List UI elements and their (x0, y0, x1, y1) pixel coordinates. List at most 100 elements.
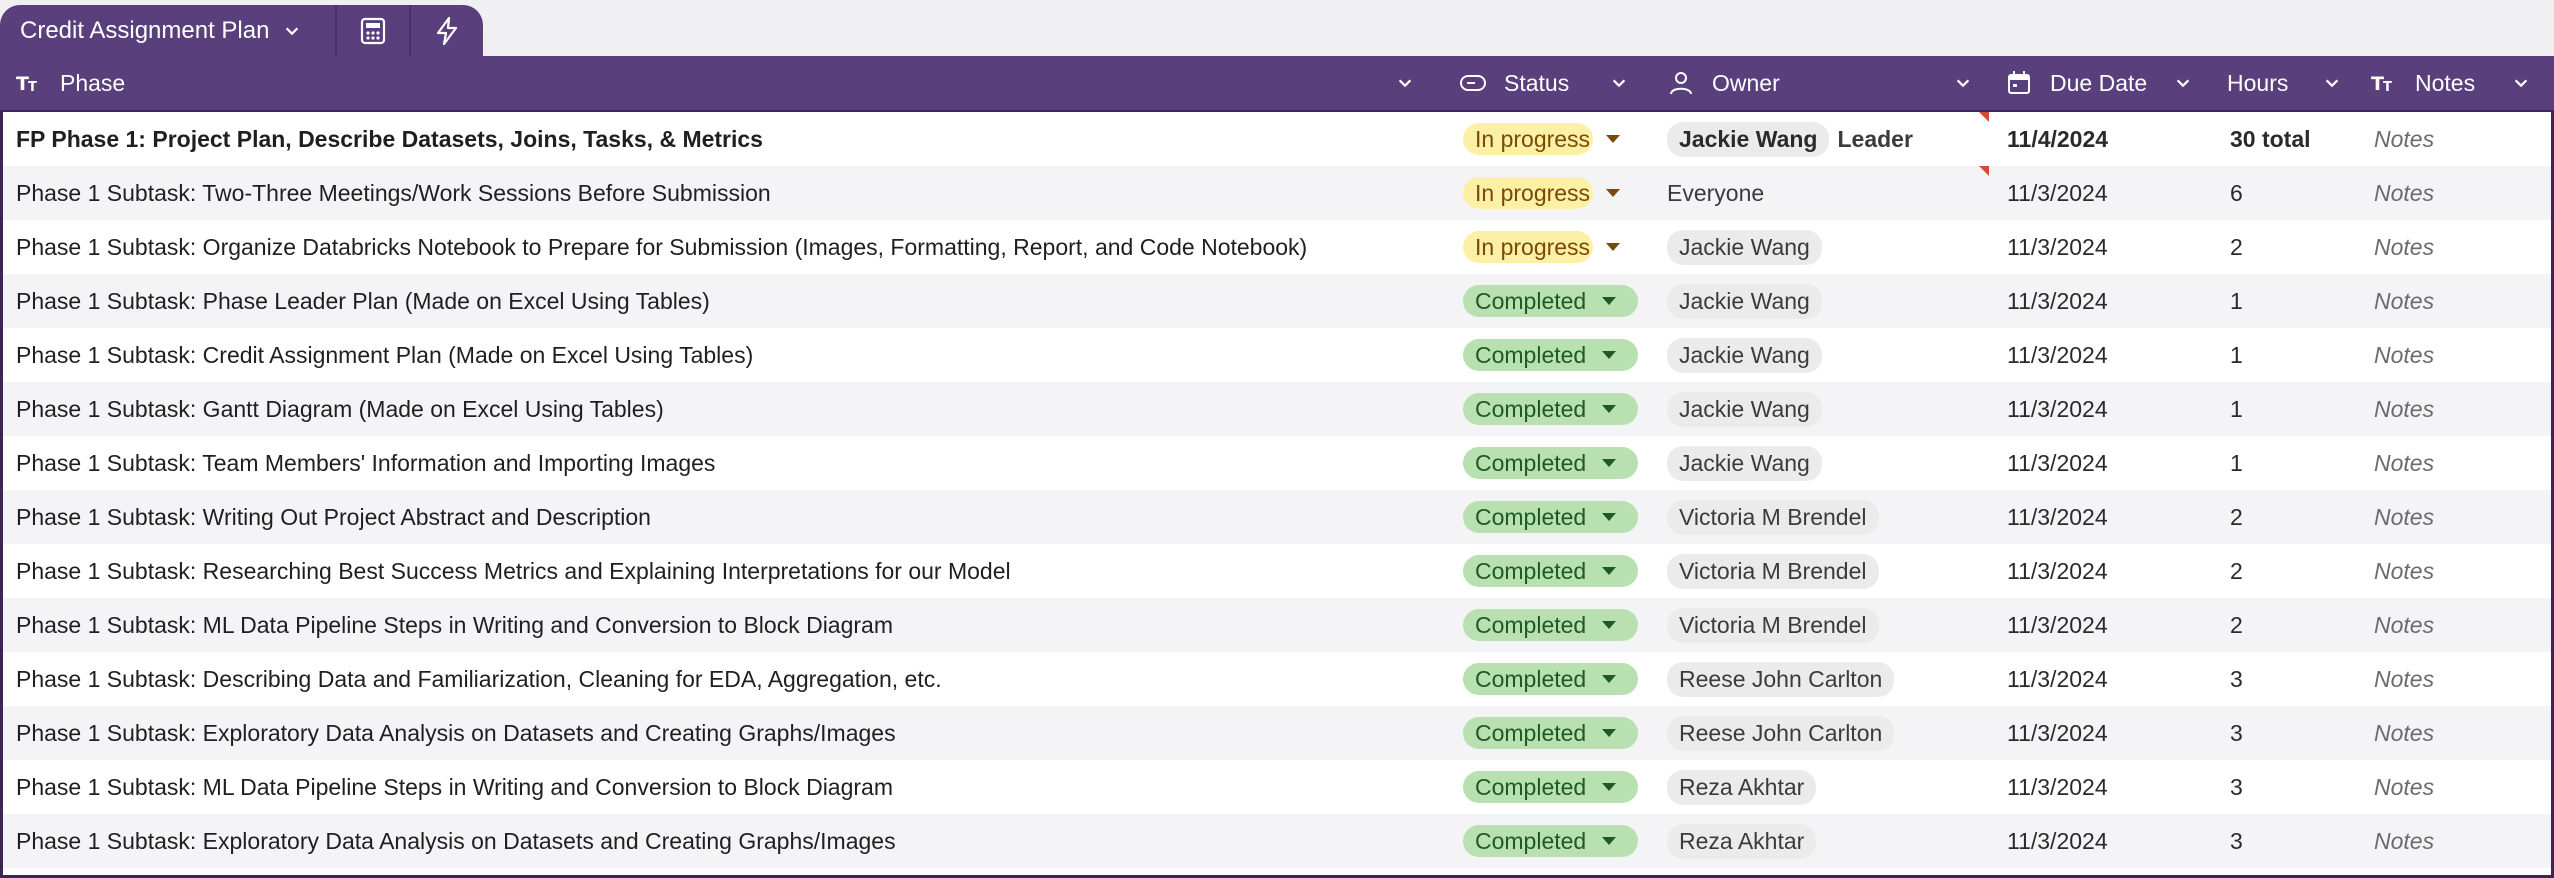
status-cell[interactable]: Completed (1463, 544, 1638, 598)
owner-cell[interactable]: Victoria M Brendel (1667, 598, 1879, 652)
comment-flag-icon[interactable] (1979, 166, 1989, 176)
notes-cell[interactable]: Notes (2374, 544, 2434, 598)
due-date-cell[interactable]: 11/3/2024 (2007, 706, 2108, 760)
tab-title[interactable]: Credit Assignment Plan (20, 17, 269, 45)
owner-chip[interactable]: Jackie Wang (1667, 121, 1830, 157)
dropdown-arrow-icon[interactable] (1602, 621, 1617, 629)
hours-cell[interactable]: 2 (2230, 220, 2243, 274)
owner-chip[interactable]: Victoria M Brendel (1667, 553, 1879, 589)
phase-cell[interactable]: Phase 1 Subtask: Team Members' Informati… (16, 436, 715, 490)
table-row[interactable]: Phase 1 Subtask: Phase Leader Plan (Made… (3, 274, 2551, 328)
status-badge[interactable]: Completed (1463, 555, 1638, 587)
table-row[interactable]: Phase 1 Subtask: Exploratory Data Analys… (3, 706, 2551, 760)
owner-cell[interactable]: Reza Akhtar (1667, 760, 1817, 814)
status-cell[interactable]: Completed (1463, 598, 1638, 652)
owner-chip[interactable]: Reese John Carlton (1667, 715, 1895, 751)
phase-cell[interactable]: Phase 1 Subtask: ML Data Pipeline Steps … (16, 760, 893, 814)
status-cell[interactable]: Completed (1463, 706, 1638, 760)
status-cell[interactable]: Completed (1463, 490, 1638, 544)
status-badge[interactable]: Completed (1463, 771, 1638, 803)
due-date-cell[interactable]: 11/3/2024 (2007, 220, 2108, 274)
dropdown-arrow-icon[interactable] (1602, 729, 1617, 737)
owner-cell[interactable]: Jackie Wang (1667, 220, 1822, 274)
dropdown-arrow-icon[interactable] (1606, 189, 1621, 197)
owner-cell[interactable]: Reza Akhtar (1667, 814, 1817, 868)
status-badge[interactable]: Completed (1463, 663, 1638, 695)
table-row[interactable]: Phase 1 Subtask: ML Data Pipeline Steps … (3, 760, 2551, 814)
owner-cell[interactable]: Jackie Wang (1667, 382, 1822, 436)
phase-cell[interactable]: Phase 1 Subtask: Exploratory Data Analys… (16, 814, 896, 868)
owner-chip[interactable]: Victoria M Brendel (1667, 607, 1879, 643)
column-header-phase[interactable]: TT Phase (16, 56, 1430, 110)
status-badge[interactable]: Completed (1463, 609, 1638, 641)
status-badge[interactable]: In progress (1463, 177, 1621, 209)
due-date-cell[interactable]: 11/3/2024 (2007, 814, 2108, 868)
status-cell[interactable]: In progress (1463, 112, 1621, 166)
due-date-cell[interactable]: 11/3/2024 (2007, 166, 2108, 220)
due-date-cell[interactable]: 11/4/2024 (2007, 112, 2108, 166)
phase-cell[interactable]: FP Phase 1: Project Plan, Describe Datas… (16, 112, 763, 166)
hours-cell[interactable]: 6 (2230, 166, 2243, 220)
table-row[interactable]: Phase 1 Subtask: ML Data Pipeline Steps … (3, 598, 2551, 652)
owner-chip[interactable]: Jackie Wang (1667, 229, 1822, 265)
comment-flag-icon[interactable] (1979, 112, 1989, 122)
owner-chip[interactable]: Victoria M Brendel (1667, 499, 1879, 535)
dropdown-arrow-icon[interactable] (1602, 837, 1617, 845)
owner-chip[interactable]: Reza Akhtar (1667, 823, 1817, 859)
hours-cell[interactable]: 3 (2230, 652, 2243, 706)
owner-chip[interactable]: Jackie Wang (1667, 337, 1822, 373)
due-date-cell[interactable]: 11/3/2024 (2007, 328, 2108, 382)
status-badge[interactable]: Completed (1463, 393, 1638, 425)
dropdown-arrow-icon[interactable] (1602, 351, 1617, 359)
hours-cell[interactable]: 2 (2230, 544, 2243, 598)
due-date-cell[interactable]: 11/3/2024 (2007, 436, 2108, 490)
phase-cell[interactable]: Phase 1 Subtask: Researching Best Succes… (16, 544, 1011, 598)
column-header-status[interactable]: Status (1460, 56, 1644, 110)
column-header-notes[interactable]: TT Notes (2371, 56, 2546, 110)
column-header-due-date[interactable]: Due Date (2006, 56, 2208, 110)
status-cell[interactable]: In progress (1463, 166, 1621, 220)
tab-title-area[interactable]: Credit Assignment Plan (0, 17, 335, 45)
hours-cell[interactable]: 1 (2230, 274, 2243, 328)
due-date-cell[interactable]: 11/3/2024 (2007, 382, 2108, 436)
status-cell[interactable]: In progress (1463, 220, 1621, 274)
calculator-button[interactable] (337, 5, 409, 56)
table-row[interactable]: Phase 1 Subtask: Two-Three Meetings/Work… (3, 166, 2551, 220)
due-date-cell[interactable]: 11/3/2024 (2007, 490, 2108, 544)
dropdown-arrow-icon[interactable] (1602, 675, 1617, 683)
owner-cell[interactable]: Victoria M Brendel (1667, 544, 1879, 598)
hours-cell[interactable]: 30 total (2230, 112, 2311, 166)
table-row[interactable]: Phase 1 Subtask: Writing Out Project Abs… (3, 490, 2551, 544)
owner-chip[interactable]: Jackie Wang (1667, 283, 1822, 319)
status-cell[interactable]: Completed (1463, 382, 1638, 436)
phase-cell[interactable]: Phase 1 Subtask: Phase Leader Plan (Made… (16, 274, 710, 328)
chevron-down-icon[interactable] (1396, 74, 1414, 92)
notes-cell[interactable]: Notes (2374, 652, 2434, 706)
due-date-cell[interactable]: 11/3/2024 (2007, 544, 2108, 598)
status-badge[interactable]: Completed (1463, 447, 1638, 479)
chevron-down-icon[interactable] (283, 22, 301, 40)
chevron-down-icon[interactable] (2512, 74, 2530, 92)
status-cell[interactable]: Completed (1463, 328, 1638, 382)
phase-cell[interactable]: Phase 1 Subtask: Gantt Diagram (Made on … (16, 382, 664, 436)
notes-cell[interactable]: Notes (2374, 382, 2434, 436)
hours-cell[interactable]: 2 (2230, 598, 2243, 652)
hours-cell[interactable]: 1 (2230, 328, 2243, 382)
hours-cell[interactable]: 3 (2230, 706, 2243, 760)
column-header-owner[interactable]: Owner (1668, 56, 1988, 110)
status-cell[interactable]: Completed (1463, 814, 1638, 868)
due-date-cell[interactable]: 11/3/2024 (2007, 652, 2108, 706)
phase-cell[interactable]: Phase 1 Subtask: Two-Three Meetings/Work… (16, 166, 771, 220)
due-date-cell[interactable]: 11/3/2024 (2007, 598, 2108, 652)
owner-cell[interactable]: Reese John Carlton (1667, 706, 1895, 760)
owner-chip[interactable]: Jackie Wang (1667, 445, 1822, 481)
table-row[interactable]: Phase 1 Subtask: Credit Assignment Plan … (3, 328, 2551, 382)
status-badge[interactable]: In progress (1463, 123, 1621, 155)
dropdown-arrow-icon[interactable] (1602, 297, 1617, 305)
notes-cell[interactable]: Notes (2374, 436, 2434, 490)
automation-button[interactable] (411, 5, 483, 56)
notes-cell[interactable]: Notes (2374, 490, 2434, 544)
dropdown-arrow-icon[interactable] (1602, 567, 1617, 575)
hours-cell[interactable]: 3 (2230, 760, 2243, 814)
notes-cell[interactable]: Notes (2374, 706, 2434, 760)
